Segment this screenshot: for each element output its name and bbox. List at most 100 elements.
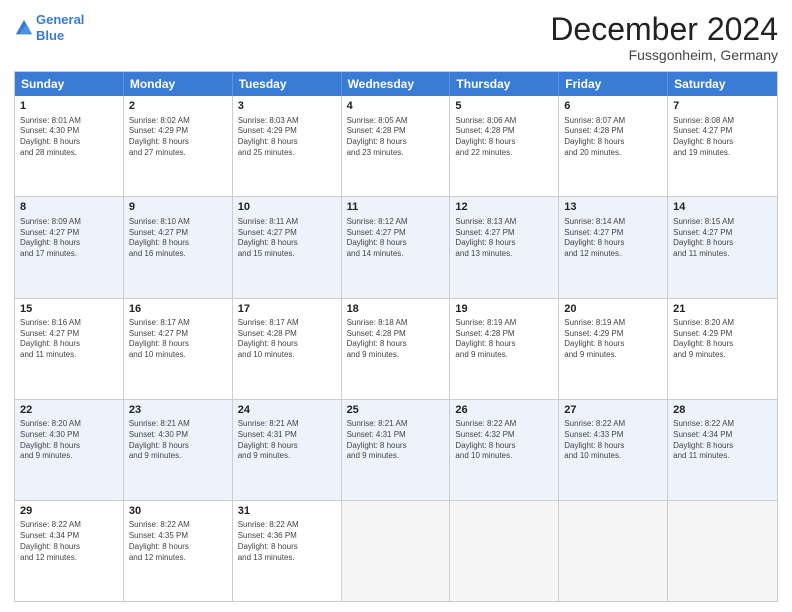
cell-info-line: Sunrise: 8:08 AM	[673, 116, 772, 127]
calendar-row: 15Sunrise: 8:16 AMSunset: 4:27 PMDayligh…	[15, 298, 777, 399]
cell-info-line: and 11 minutes.	[20, 350, 118, 361]
cell-info-line: and 9 minutes.	[455, 350, 553, 361]
cell-info-line: Sunset: 4:29 PM	[238, 126, 336, 137]
day-number: 19	[455, 302, 553, 317]
day-number: 24	[238, 403, 336, 418]
cell-info-line: Sunset: 4:34 PM	[20, 531, 118, 542]
calendar-cell: 5Sunrise: 8:06 AMSunset: 4:28 PMDaylight…	[450, 96, 559, 196]
cell-info-line: Daylight: 8 hours	[129, 238, 227, 249]
cell-info-line: Sunset: 4:36 PM	[238, 531, 336, 542]
day-of-week-header: Saturday	[668, 72, 777, 96]
cell-info-line: and 17 minutes.	[20, 249, 118, 260]
cell-info-line: Sunset: 4:30 PM	[129, 430, 227, 441]
cell-info-line: Daylight: 8 hours	[455, 238, 553, 249]
day-number: 31	[238, 504, 336, 519]
cell-info-line: Sunset: 4:28 PM	[455, 126, 553, 137]
cell-info-line: and 25 minutes.	[238, 148, 336, 159]
calendar-cell: 20Sunrise: 8:19 AMSunset: 4:29 PMDayligh…	[559, 299, 668, 399]
cell-info-line: and 13 minutes.	[455, 249, 553, 260]
calendar-cell: 30Sunrise: 8:22 AMSunset: 4:35 PMDayligh…	[124, 501, 233, 601]
cell-info-line: Daylight: 8 hours	[347, 441, 445, 452]
calendar-cell: 19Sunrise: 8:19 AMSunset: 4:28 PMDayligh…	[450, 299, 559, 399]
cell-info-line: Sunset: 4:33 PM	[564, 430, 662, 441]
cell-info-line: and 20 minutes.	[564, 148, 662, 159]
cell-info-line: Sunrise: 8:21 AM	[238, 419, 336, 430]
day-number: 27	[564, 403, 662, 418]
calendar-row: 8Sunrise: 8:09 AMSunset: 4:27 PMDaylight…	[15, 196, 777, 297]
calendar-cell: 4Sunrise: 8:05 AMSunset: 4:28 PMDaylight…	[342, 96, 451, 196]
cell-info-line: Sunset: 4:27 PM	[20, 329, 118, 340]
calendar-cell	[342, 501, 451, 601]
day-number: 30	[129, 504, 227, 519]
cell-info-line: Daylight: 8 hours	[455, 137, 553, 148]
cell-info-line: Sunset: 4:31 PM	[347, 430, 445, 441]
cell-info-line: Sunset: 4:27 PM	[455, 228, 553, 239]
day-number: 10	[238, 200, 336, 215]
cell-info-line: Sunrise: 8:05 AM	[347, 116, 445, 127]
cell-info-line: and 27 minutes.	[129, 148, 227, 159]
calendar-cell: 21Sunrise: 8:20 AMSunset: 4:29 PMDayligh…	[668, 299, 777, 399]
calendar-cell: 15Sunrise: 8:16 AMSunset: 4:27 PMDayligh…	[15, 299, 124, 399]
day-number: 3	[238, 99, 336, 114]
cell-info-line: Sunrise: 8:16 AM	[20, 318, 118, 329]
day-number: 20	[564, 302, 662, 317]
cell-info-line: Daylight: 8 hours	[20, 542, 118, 553]
cell-info-line: Daylight: 8 hours	[20, 137, 118, 148]
cell-info-line: and 12 minutes.	[20, 553, 118, 564]
calendar-cell: 7Sunrise: 8:08 AMSunset: 4:27 PMDaylight…	[668, 96, 777, 196]
cell-info-line: Sunset: 4:29 PM	[564, 329, 662, 340]
cell-info-line: Sunrise: 8:17 AM	[238, 318, 336, 329]
cell-info-line: Daylight: 8 hours	[455, 339, 553, 350]
cell-info-line: Sunrise: 8:21 AM	[129, 419, 227, 430]
day-number: 29	[20, 504, 118, 519]
cell-info-line: Sunrise: 8:22 AM	[238, 520, 336, 531]
cell-info-line: Daylight: 8 hours	[20, 238, 118, 249]
day-of-week-header: Tuesday	[233, 72, 342, 96]
cell-info-line: Sunrise: 8:22 AM	[20, 520, 118, 531]
calendar-cell: 3Sunrise: 8:03 AMSunset: 4:29 PMDaylight…	[233, 96, 342, 196]
day-number: 7	[673, 99, 772, 114]
cell-info-line: Sunset: 4:28 PM	[347, 126, 445, 137]
cell-info-line: Daylight: 8 hours	[129, 441, 227, 452]
cell-info-line: Daylight: 8 hours	[564, 339, 662, 350]
cell-info-line: and 14 minutes.	[347, 249, 445, 260]
calendar-cell: 27Sunrise: 8:22 AMSunset: 4:33 PMDayligh…	[559, 400, 668, 500]
day-number: 8	[20, 200, 118, 215]
calendar-cell: 14Sunrise: 8:15 AMSunset: 4:27 PMDayligh…	[668, 197, 777, 297]
cell-info-line: Sunset: 4:27 PM	[564, 228, 662, 239]
cell-info-line: Daylight: 8 hours	[347, 339, 445, 350]
cell-info-line: Sunset: 4:31 PM	[238, 430, 336, 441]
cell-info-line: Sunrise: 8:20 AM	[20, 419, 118, 430]
calendar-cell: 22Sunrise: 8:20 AMSunset: 4:30 PMDayligh…	[15, 400, 124, 500]
cell-info-line: and 15 minutes.	[238, 249, 336, 260]
calendar-cell	[559, 501, 668, 601]
cell-info-line: and 9 minutes.	[347, 350, 445, 361]
calendar-cell: 1Sunrise: 8:01 AMSunset: 4:30 PMDaylight…	[15, 96, 124, 196]
cell-info-line: and 9 minutes.	[129, 451, 227, 462]
cell-info-line: Sunset: 4:27 PM	[129, 329, 227, 340]
cell-info-line: Daylight: 8 hours	[673, 339, 772, 350]
cell-info-line: Daylight: 8 hours	[238, 238, 336, 249]
calendar-cell: 24Sunrise: 8:21 AMSunset: 4:31 PMDayligh…	[233, 400, 342, 500]
cell-info-line: and 10 minutes.	[455, 451, 553, 462]
cell-info-line: and 13 minutes.	[238, 553, 336, 564]
calendar-cell: 25Sunrise: 8:21 AMSunset: 4:31 PMDayligh…	[342, 400, 451, 500]
calendar-row: 29Sunrise: 8:22 AMSunset: 4:34 PMDayligh…	[15, 500, 777, 601]
page-container: General Blue December 2024 Fussgonheim, …	[0, 0, 792, 612]
cell-info-line: Sunset: 4:28 PM	[347, 329, 445, 340]
cell-info-line: and 12 minutes.	[564, 249, 662, 260]
calendar: SundayMondayTuesdayWednesdayThursdayFrid…	[14, 71, 778, 602]
cell-info-line: Sunrise: 8:22 AM	[564, 419, 662, 430]
cell-info-line: Daylight: 8 hours	[20, 441, 118, 452]
logo-icon	[14, 18, 34, 38]
day-number: 6	[564, 99, 662, 114]
cell-info-line: and 19 minutes.	[673, 148, 772, 159]
cell-info-line: Sunrise: 8:06 AM	[455, 116, 553, 127]
cell-info-line: and 28 minutes.	[20, 148, 118, 159]
cell-info-line: Sunrise: 8:17 AM	[129, 318, 227, 329]
cell-info-line: Sunset: 4:34 PM	[673, 430, 772, 441]
calendar-cell: 23Sunrise: 8:21 AMSunset: 4:30 PMDayligh…	[124, 400, 233, 500]
cell-info-line: and 9 minutes.	[238, 451, 336, 462]
cell-info-line: Daylight: 8 hours	[564, 441, 662, 452]
cell-info-line: Sunset: 4:27 PM	[347, 228, 445, 239]
